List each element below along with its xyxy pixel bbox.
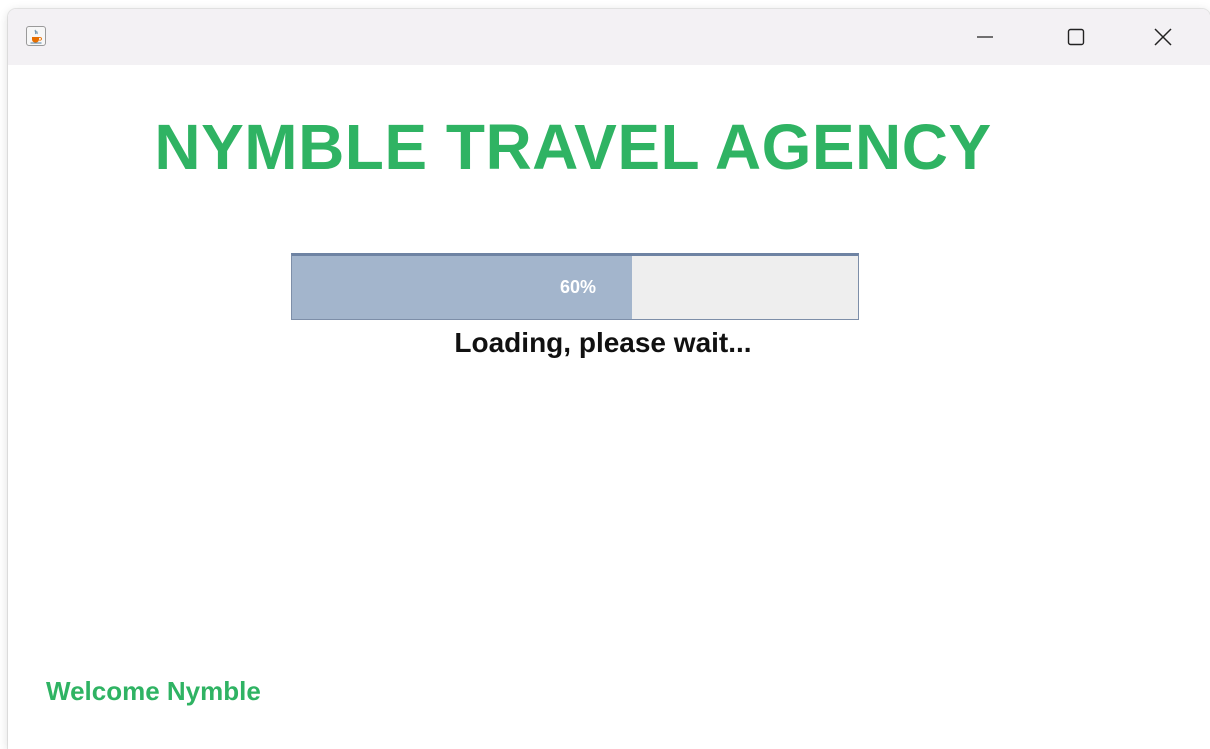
close-icon xyxy=(1154,28,1172,46)
minimize-button[interactable] xyxy=(962,9,1008,65)
progress-percent-label: 60% xyxy=(559,277,597,297)
maximize-button[interactable] xyxy=(1053,9,1099,65)
loading-status-text: Loading, please wait... xyxy=(454,327,752,358)
welcome-text: Welcome Nymble xyxy=(46,676,261,706)
maximize-icon xyxy=(1067,28,1085,46)
close-button[interactable] xyxy=(1140,9,1186,65)
splash-content: NYMBLE TRAVEL AGENCY 60% Loading, please… xyxy=(8,65,1210,749)
java-cup-icon[interactable] xyxy=(26,26,46,46)
agency-title: NYMBLE TRAVEL AGENCY xyxy=(154,111,992,183)
minimize-icon xyxy=(977,36,993,38)
app-window: NYMBLE TRAVEL AGENCY 60% Loading, please… xyxy=(8,9,1210,749)
title-bar[interactable] xyxy=(8,9,1210,65)
loading-progress-bar: 60% xyxy=(291,253,859,320)
